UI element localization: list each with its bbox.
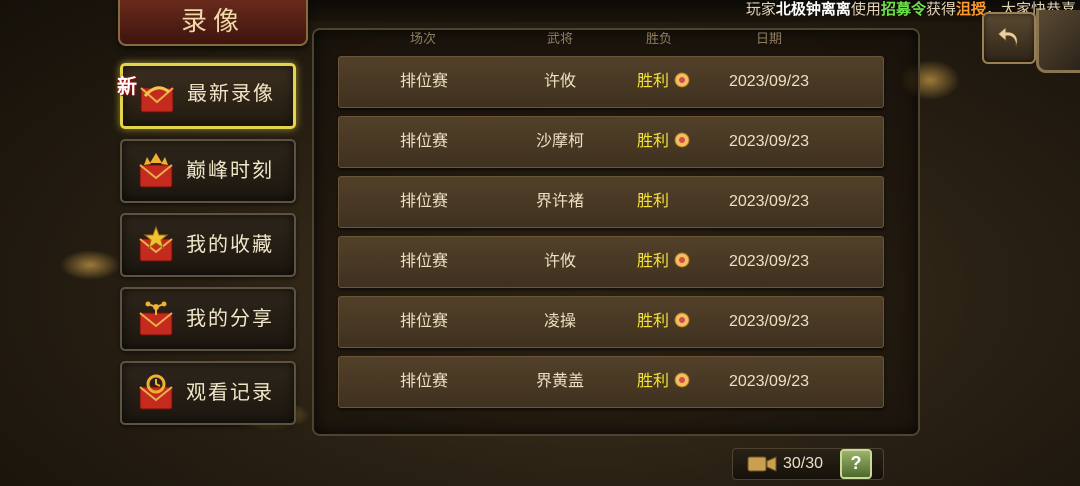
column-header-mode: 场次 (409, 31, 436, 46)
marquee-item: 招募令 (880, 1, 926, 18)
sidebar-item-favorites[interactable]: 我的收藏 (120, 213, 296, 277)
row-date: 2023/09/23 (728, 313, 810, 330)
sidebar-item-history[interactable]: 观看记录 (120, 361, 296, 425)
row-date: 2023/09/23 (728, 373, 810, 390)
sidebar-item-peak[interactable]: 巅峰时刻 (120, 139, 296, 203)
sidebar-item-label: 观看记录 (186, 382, 274, 404)
table-row[interactable]: 排位赛 许攸 胜利 2023/09/23 (338, 56, 884, 108)
result-text: 胜利 (637, 73, 670, 90)
result-text: 胜利 (637, 373, 670, 390)
video-camera-icon (747, 456, 777, 472)
result-text: 胜利 (637, 193, 670, 210)
bg-glow (60, 250, 120, 280)
row-mode: 排位赛 (399, 73, 448, 90)
result-text: 胜利 (637, 313, 670, 330)
row-result: 胜利 (637, 297, 717, 347)
row-general: 界许褚 (535, 193, 584, 210)
row-result: 胜利 (637, 357, 717, 407)
sidebar-item-shares[interactable]: 我的分享 (120, 287, 296, 351)
medal-icon (674, 132, 690, 148)
envelope-ribbon-icon (137, 76, 177, 116)
column-header-result: 胜负 (645, 31, 672, 46)
row-date: 2023/09/23 (728, 73, 810, 90)
table-row[interactable]: 排位赛 许攸 胜利 2023/09/23 (338, 236, 884, 288)
row-date: 2023/09/23 (728, 133, 810, 150)
envelope-share-icon (136, 299, 176, 339)
envelope-history-icon (136, 373, 176, 413)
back-arrow-icon (997, 25, 1018, 48)
marquee-mid2: 获得 (925, 1, 956, 18)
table-row[interactable]: 排位赛 沙摩柯 胜利 2023/09/23 (338, 116, 884, 168)
help-button[interactable]: ? (840, 449, 872, 479)
back-button[interactable] (982, 12, 1036, 64)
sidebar-item-label: 我的收藏 (186, 234, 274, 256)
row-mode: 排位赛 (399, 313, 448, 330)
marquee-mid1: 使用 (850, 1, 881, 18)
row-result: 胜利 (637, 57, 717, 107)
corner-ornament (1036, 10, 1080, 73)
envelope-arrows-icon (136, 151, 176, 191)
row-result: 胜利 (637, 117, 717, 167)
row-date: 2023/09/23 (728, 253, 810, 270)
result-text: 胜利 (637, 253, 670, 270)
sidebar: 新 最新录像 巅峰时刻 我的收藏 我的分享 观看记录 (117, 63, 296, 435)
sidebar-item-latest[interactable]: 新 最新录像 (117, 63, 296, 129)
medal-icon (674, 72, 690, 88)
table-row[interactable]: 排位赛 凌操 胜利 2023/09/23 (338, 296, 884, 348)
row-mode: 排位赛 (399, 133, 448, 150)
column-header-date: 日期 (755, 31, 782, 46)
row-mode: 排位赛 (399, 193, 448, 210)
row-general: 沙摩柯 (535, 133, 584, 150)
row-mode: 排位赛 (399, 373, 448, 390)
replay-count: 30/30 (783, 455, 824, 472)
row-general: 凌操 (543, 313, 576, 330)
medal-icon (674, 252, 690, 268)
marquee-prefix: 玩家 (745, 1, 776, 18)
broadcast-marquee: 玩家北极钟离离使用招募令获得沮授，大家快恭喜 (300, 0, 1080, 22)
page-title: 录像 (118, 0, 308, 46)
sidebar-item-label: 最新录像 (187, 83, 275, 105)
row-general: 许攸 (543, 73, 576, 90)
row-result: 胜利 (637, 237, 717, 287)
table-row[interactable]: 排位赛 界许褚 胜利 2023/09/23 (338, 176, 884, 228)
marquee-player: 北极钟离离 (775, 1, 851, 18)
envelope-star-icon (136, 225, 176, 265)
sidebar-item-label: 巅峰时刻 (186, 160, 274, 182)
row-mode: 排位赛 (399, 253, 448, 270)
row-date: 2023/09/23 (728, 193, 810, 210)
medal-icon (674, 312, 690, 328)
row-general: 许攸 (543, 253, 576, 270)
medal-icon (674, 372, 690, 388)
column-header-general: 武将 (546, 31, 573, 46)
new-badge: 新 (117, 74, 137, 98)
result-text: 胜利 (637, 133, 670, 150)
sidebar-item-label: 我的分享 (186, 308, 274, 330)
row-general: 界黄盖 (535, 373, 584, 390)
row-result: 胜利 (637, 177, 717, 227)
table-row[interactable]: 排位赛 界黄盖 胜利 2023/09/23 (338, 356, 884, 408)
